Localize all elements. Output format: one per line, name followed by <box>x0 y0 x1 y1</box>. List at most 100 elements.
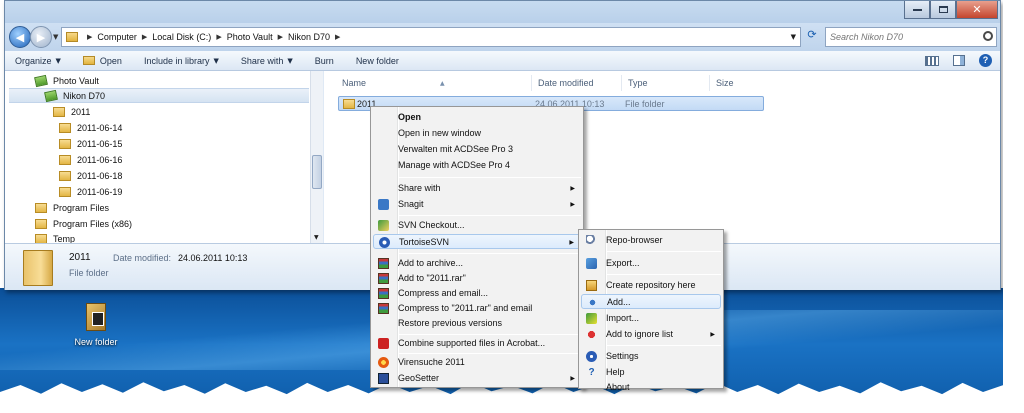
menu-item-restore-previous-versions[interactable]: Restore previous versions <box>373 316 581 331</box>
menu-item-open[interactable]: Open <box>373 110 581 125</box>
breadcrumb-separator-icon[interactable]: ▶ <box>142 33 147 41</box>
menu-item-snagit[interactable]: Snagit ▶ <box>373 197 581 212</box>
column-header-date-modified[interactable]: Date modified <box>532 75 622 91</box>
recent-pages-dropdown[interactable]: ▼ <box>53 33 58 41</box>
address-dropdown-icon[interactable]: ▼ <box>791 33 796 41</box>
tree-item-label: Temp <box>53 233 76 244</box>
menu-item-virensuche[interactable]: Virensuche 2011 <box>373 355 581 370</box>
menu-item-share-with[interactable]: Share with ▶ <box>373 181 581 196</box>
folder-open-icon <box>82 56 95 65</box>
submenu-arrow-icon: ▶ <box>710 331 715 338</box>
menu-item-open-new-window[interactable]: Open in new window <box>373 126 581 141</box>
include-in-library-button[interactable]: Include in library ▼ <box>144 56 219 66</box>
organize-label: Organize <box>15 55 52 66</box>
address-bar[interactable]: ▶ Computer ▶ Local Disk (C:) ▶ Photo Vau… <box>61 27 801 47</box>
tree-item-2011-06-18[interactable]: 2011-06-18 <box>59 168 122 183</box>
column-header-size[interactable]: Size <box>710 75 770 91</box>
breadcrumb-nikon-d70[interactable]: Nikon D70 <box>288 32 330 42</box>
menu-item-add-to-archive[interactable]: Add to archive... <box>373 256 581 271</box>
minimize-button[interactable] <box>904 1 930 19</box>
menu-item-export[interactable]: Export... <box>581 256 721 271</box>
help-icon[interactable]: ? <box>979 54 992 67</box>
folder-icon <box>53 106 65 117</box>
menu-item-add[interactable]: Add... <box>581 294 721 309</box>
breadcrumb-separator-icon[interactable]: ▶ <box>335 33 340 41</box>
change-view-icon[interactable] <box>925 55 939 66</box>
menu-item-help[interactable]: ? Help <box>581 365 721 380</box>
menu-item-label: Export... <box>606 258 640 268</box>
view-controls: ? <box>925 54 992 67</box>
burn-label: Burn <box>314 55 334 66</box>
title-bar[interactable]: ✕ <box>5 1 1000 23</box>
tree-item-photo-vault[interactable]: Photo Vault <box>34 73 99 88</box>
tree-item-program-files-x86[interactable]: Program Files (x86) <box>35 216 132 231</box>
details-name: 2011 <box>69 252 91 263</box>
breadcrumb-photo-vault[interactable]: Photo Vault <box>227 32 273 42</box>
column-header-type[interactable]: Type <box>622 75 710 91</box>
tree-item-nikon-d70[interactable]: Nikon D70 <box>9 88 309 103</box>
menu-item-create-repository[interactable]: Create repository here <box>581 278 721 293</box>
menu-item-about[interactable]: About <box>581 380 721 395</box>
details-date-value: 24.06.2011 10:13 <box>178 253 248 263</box>
maximize-icon <box>938 6 948 13</box>
open-button[interactable]: Open <box>82 56 122 66</box>
menu-item-combine-acrobat[interactable]: Combine supported files in Acrobat... <box>373 336 581 351</box>
tree-item-2011-06-16[interactable]: 2011-06-16 <box>59 152 122 167</box>
search-icon[interactable] <box>983 31 993 41</box>
include-in-library-label: Include in library <box>143 55 210 66</box>
menu-item-add-to-rar[interactable]: Add to "2011.rar" <box>373 271 581 286</box>
forward-button[interactable]: ▶ <box>30 26 52 48</box>
navigation-scrollbar[interactable]: ▼ <box>310 71 323 243</box>
tree-item-2011-06-14[interactable]: 2011-06-14 <box>59 120 122 135</box>
menu-item-import[interactable]: Import... <box>581 311 721 326</box>
menu-item-acdsee-pro-4[interactable]: Manage with ACDSee Pro 4 <box>373 158 581 173</box>
antivirus-icon <box>378 357 389 368</box>
column-header-name[interactable]: Name ▲ <box>336 75 532 91</box>
menu-item-add-to-ignore-list[interactable]: Add to ignore list ▶ <box>581 327 721 342</box>
tree-item-program-files[interactable]: Program Files <box>35 200 109 215</box>
breadcrumb-separator-icon[interactable]: ▶ <box>278 33 283 41</box>
tree-item-2011-06-19[interactable]: 2011-06-19 <box>59 184 122 199</box>
submenu-arrow-icon: ▶ <box>569 239 574 246</box>
menu-item-svn-checkout[interactable]: SVN Checkout... <box>373 218 581 233</box>
menu-item-label: Help <box>606 367 625 377</box>
breadcrumb-computer[interactable]: Computer <box>97 32 137 42</box>
menu-item-label: Create repository here <box>606 280 696 290</box>
menu-item-label: Add to archive... <box>398 258 464 268</box>
menu-separator <box>607 251 721 252</box>
close-button[interactable]: ✕ <box>956 1 998 19</box>
breadcrumb-separator-icon[interactable]: ▶ <box>216 33 221 41</box>
share-with-label: Share with <box>240 55 284 66</box>
menu-separator <box>399 353 581 354</box>
menu-item-acdsee-pro-3[interactable]: Verwalten mit ACDSee Pro 3 <box>373 142 581 157</box>
submenu-arrow-icon: ▶ <box>570 201 575 208</box>
menu-item-settings[interactable]: Settings <box>581 349 721 364</box>
menu-item-tortoisesvn[interactable]: TortoiseSVN ▶ <box>373 234 581 249</box>
menu-item-geosetter[interactable]: GeoSetter ▶ <box>373 371 581 386</box>
menu-item-compress-rar-email[interactable]: Compress to "2011.rar" and email <box>373 301 581 316</box>
details-type: File folder <box>69 268 109 278</box>
acrobat-icon <box>378 338 389 349</box>
tree-item-label: 2011-06-14 <box>77 122 123 133</box>
back-button[interactable]: ◀ <box>9 26 31 48</box>
share-with-button[interactable]: Share with ▼ <box>241 56 293 66</box>
organize-button[interactable]: Organize ▼ <box>15 56 61 66</box>
burn-button[interactable]: Burn <box>315 56 334 66</box>
scroll-down-icon[interactable]: ▼ <box>314 234 319 241</box>
breadcrumb-local-disk[interactable]: Local Disk (C:) <box>152 32 211 42</box>
folder-icon <box>59 138 71 149</box>
tree-item-2011-06-15[interactable]: 2011-06-15 <box>59 136 122 151</box>
new-folder-button[interactable]: New folder <box>356 56 399 66</box>
search-input[interactable] <box>830 32 980 42</box>
menu-item-repo-browser[interactable]: Repo-browser <box>581 233 721 248</box>
preview-pane-icon[interactable] <box>953 55 965 66</box>
breadcrumb-separator-icon[interactable]: ▶ <box>87 33 92 41</box>
search-box[interactable] <box>825 27 997 47</box>
scrollbar-thumb[interactable] <box>312 155 322 189</box>
tree-item-label: 2011-06-18 <box>77 170 123 181</box>
tree-item-2011[interactable]: 2011 <box>53 104 90 119</box>
menu-item-compress-and-email[interactable]: Compress and email... <box>373 286 581 301</box>
desktop-icon-new-folder[interactable]: New folder <box>72 303 120 347</box>
maximize-button[interactable] <box>930 1 956 19</box>
refresh-icon[interactable]: ⟳ <box>803 28 821 46</box>
